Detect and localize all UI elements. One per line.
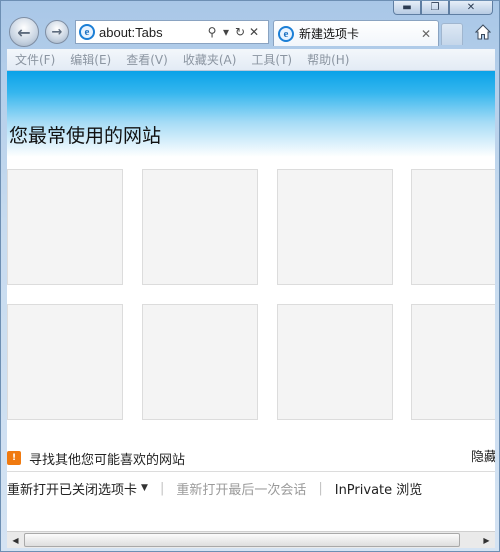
arrow-right-icon: → bbox=[51, 24, 63, 40]
home-icon bbox=[475, 24, 491, 40]
suggested-sites-icon: ! bbox=[7, 451, 21, 465]
menu-file[interactable]: 文件(F) bbox=[15, 51, 55, 68]
scroll-left-icon[interactable]: ◀ bbox=[8, 533, 23, 547]
reopen-last-session-link: 重新打开最后一次会话 bbox=[176, 482, 307, 498]
new-tab-button[interactable] bbox=[441, 23, 463, 45]
address-bar: e ⚲ ▾ ↻ ✕ bbox=[75, 20, 269, 44]
site-tile[interactable] bbox=[411, 304, 495, 420]
site-tile[interactable] bbox=[7, 169, 123, 285]
arrow-left-icon: ← bbox=[17, 22, 31, 42]
stop-icon[interactable]: ✕ bbox=[247, 25, 261, 39]
tab-new-tab[interactable]: e 新建选项卡 ✕ bbox=[273, 20, 439, 46]
site-tile[interactable] bbox=[411, 169, 495, 285]
menu-bar: 文件(F) 编辑(E) 查看(V) 收藏夹(A) 工具(T) 帮助(H) bbox=[7, 49, 495, 71]
link-separator: | bbox=[318, 480, 323, 496]
browser-window: ▬ ❐ ✕ ← → e ⚲ ▾ ↻ ✕ e 新建选项卡 ✕ bbox=[0, 0, 500, 552]
menu-edit[interactable]: 编辑(E) bbox=[70, 51, 111, 68]
page-title: 您最常使用的网站 bbox=[9, 125, 162, 147]
hide-link[interactable]: 隐藏 bbox=[471, 447, 495, 469]
close-window-button[interactable]: ✕ bbox=[449, 1, 493, 15]
site-tile[interactable] bbox=[7, 304, 123, 420]
tab-close-icon[interactable]: ✕ bbox=[418, 27, 434, 41]
site-tile[interactable] bbox=[277, 169, 393, 285]
site-tile[interactable] bbox=[142, 169, 258, 285]
back-button[interactable]: ← bbox=[9, 17, 39, 47]
restore-button[interactable]: ❐ bbox=[421, 1, 449, 15]
caption-buttons: ▬ ❐ ✕ bbox=[393, 1, 493, 15]
bottom-links: 重新打开已关闭选项卡 ▼ | 重新打开最后一次会话 | InPrivate 浏览 bbox=[7, 478, 422, 498]
home-button[interactable] bbox=[473, 22, 493, 42]
menu-help[interactable]: 帮助(H) bbox=[307, 51, 349, 68]
reopen-closed-tabs-link[interactable]: 重新打开已关闭选项卡 bbox=[7, 479, 137, 498]
address-dropdown-icon[interactable]: ▾ bbox=[219, 25, 233, 39]
divider bbox=[7, 471, 495, 472]
site-tile[interactable] bbox=[277, 304, 393, 420]
chevron-down-icon[interactable]: ▼ bbox=[141, 483, 148, 493]
scroll-thumb[interactable] bbox=[24, 533, 460, 547]
link-separator: | bbox=[159, 480, 165, 496]
ie-tab-icon: e bbox=[278, 25, 294, 42]
navigation-bar: ← → e ⚲ ▾ ↻ ✕ e 新建选项卡 ✕ bbox=[1, 15, 500, 49]
ie-logo-icon: e bbox=[79, 24, 95, 40]
site-tile[interactable] bbox=[142, 304, 258, 420]
scroll-right-icon[interactable]: ▶ bbox=[479, 533, 494, 547]
tab-title: 新建选项卡 bbox=[299, 27, 360, 41]
horizontal-scrollbar[interactable]: ◀ ▶ bbox=[7, 531, 495, 548]
find-sites-row: ! 寻找其他您可能喜欢的网站 bbox=[7, 447, 185, 469]
menu-view[interactable]: 查看(V) bbox=[126, 51, 168, 68]
menu-favorites[interactable]: 收藏夹(A) bbox=[183, 51, 237, 68]
minimize-button[interactable]: ▬ bbox=[393, 1, 421, 15]
menu-tools[interactable]: 工具(T) bbox=[251, 51, 292, 68]
new-tab-page: 您最常使用的网站 ! 寻找其他您可能喜欢的网站 隐藏 重新打开已关闭选项卡 ▼ … bbox=[7, 71, 495, 531]
forward-button[interactable]: → bbox=[45, 20, 69, 44]
inprivate-browsing-link[interactable]: InPrivate 浏览 bbox=[335, 479, 423, 498]
find-sites-link[interactable]: 寻找其他您可能喜欢的网站 bbox=[29, 449, 185, 468]
search-icon[interactable]: ⚲ bbox=[205, 25, 219, 39]
address-input[interactable] bbox=[95, 22, 205, 42]
refresh-icon[interactable]: ↻ bbox=[233, 25, 247, 39]
